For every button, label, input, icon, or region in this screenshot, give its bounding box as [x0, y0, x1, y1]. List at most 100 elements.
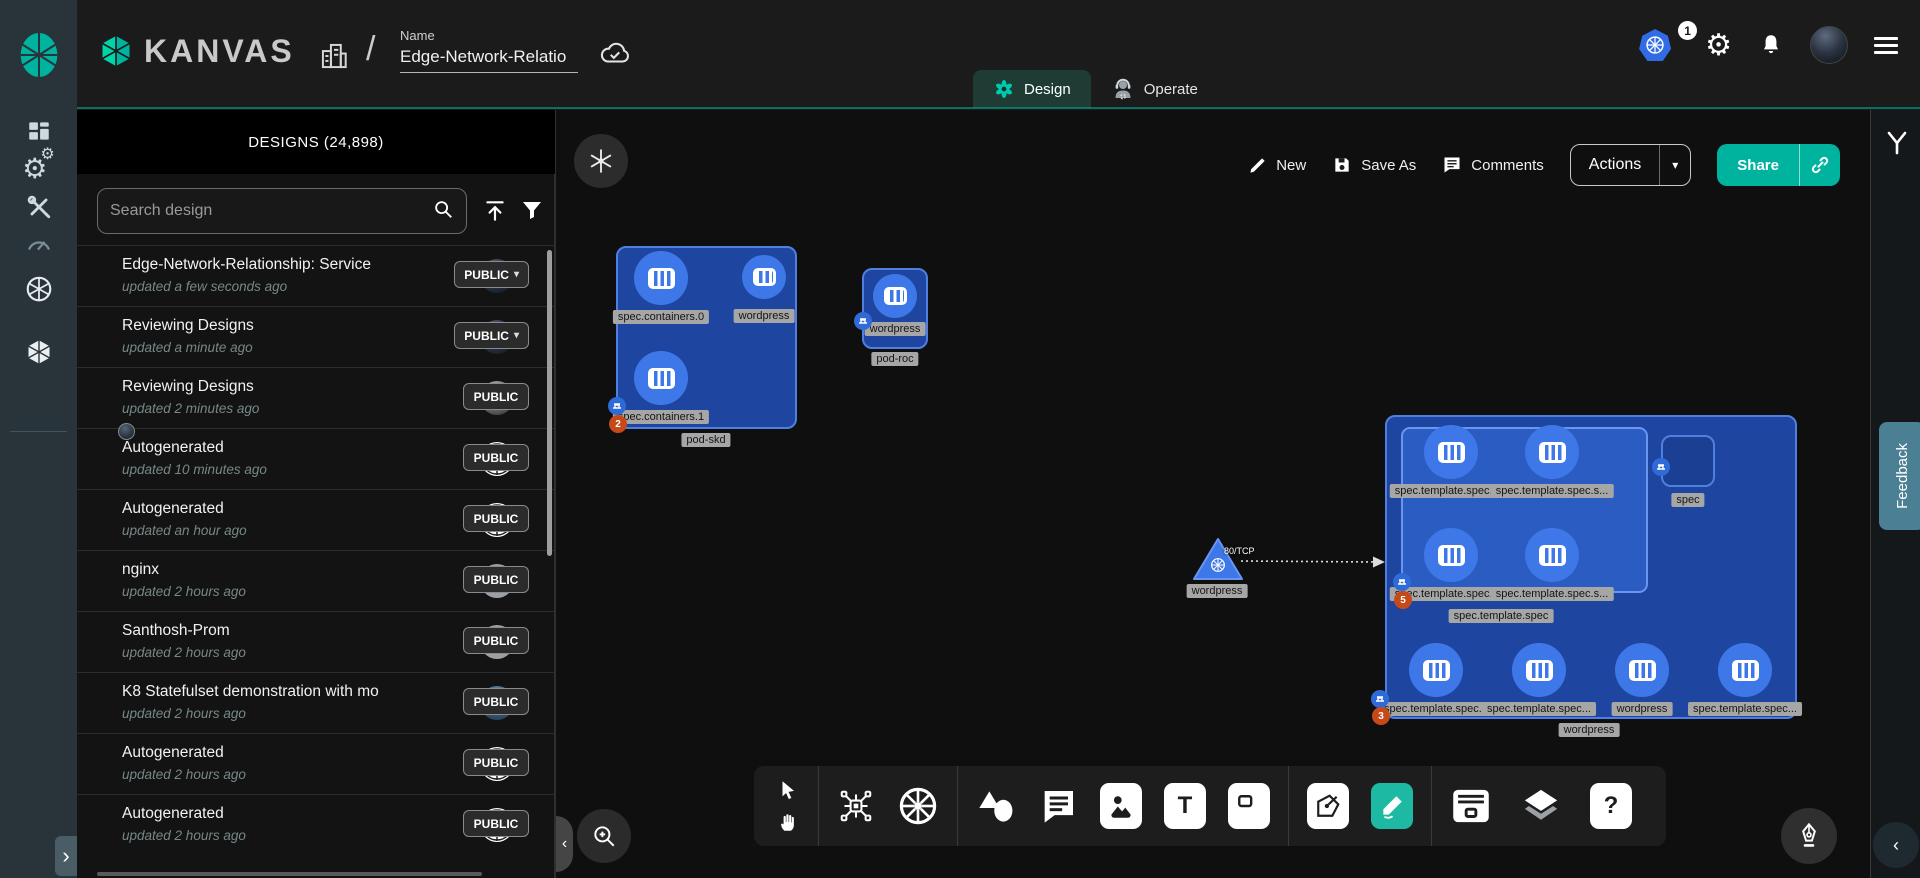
visibility-badge[interactable]: PUBLIC ▾: [463, 749, 529, 776]
visibility-badge[interactable]: PUBLIC ▾: [454, 261, 529, 288]
kubernetes-tool[interactable]: [897, 785, 939, 827]
visibility-badge[interactable]: PUBLIC ▾: [454, 322, 529, 349]
search-icon[interactable]: [432, 198, 454, 225]
design-list-item[interactable]: K8 Statefulset demonstration with mo upd…: [77, 672, 555, 733]
container-node[interactable]: [1424, 528, 1478, 582]
design-updated-timestamp: updated 2 hours ago: [122, 828, 246, 843]
text-tool[interactable]: T: [1164, 783, 1206, 829]
upload-icon[interactable]: [482, 198, 508, 229]
error-count-badge[interactable]: 5: [1394, 591, 1412, 609]
feedback-tab[interactable]: Feedback: [1879, 422, 1920, 530]
notifications-bell-icon[interactable]: [1758, 32, 1784, 58]
design-list-item[interactable]: Reviewing Designs updated 2 minutes ago …: [77, 367, 555, 428]
note-tool[interactable]: [1228, 783, 1270, 829]
panel-collapse-handle[interactable]: ‹: [556, 816, 573, 872]
new-button[interactable]: New: [1248, 156, 1306, 175]
visibility-badge[interactable]: PUBLIC ▾: [463, 383, 529, 410]
header-actions: 1 ⚙: [1639, 26, 1898, 64]
design-list-item[interactable]: nginx updated 2 hours ago PUBLIC ▾: [77, 550, 555, 611]
filter-icon[interactable]: [520, 198, 544, 227]
kanvas-app: KANVAS / Name Design Operate: [0, 0, 1920, 878]
image-tool[interactable]: [1100, 783, 1142, 829]
layers-tool[interactable]: [1520, 785, 1562, 827]
container-node[interactable]: [634, 351, 688, 405]
design-name-input[interactable]: [400, 47, 578, 73]
designs-panel: DESIGNS (24,898) Edge-Network-Relationsh…: [77, 110, 555, 878]
merge-y-icon[interactable]: [1885, 130, 1909, 161]
visibility-badge[interactable]: PUBLIC ▾: [463, 688, 529, 715]
shapes-tool[interactable]: [976, 788, 1016, 824]
design-list-item[interactable]: Reviewing Designs updated a minute ago P…: [77, 306, 555, 367]
visibility-badge[interactable]: PUBLIC ▾: [463, 566, 529, 593]
kanvas-hexagon-icon[interactable]: [0, 338, 77, 366]
visibility-badge[interactable]: PUBLIC ▾: [463, 627, 529, 654]
design-list-item[interactable]: Autogenerated updated 2 hours ago PUBLIC…: [77, 733, 555, 794]
service-node-wordpress[interactable]: [1191, 535, 1245, 588]
zoom-button[interactable]: [577, 809, 631, 863]
chevron-down-icon[interactable]: ▾: [1660, 145, 1690, 185]
settings-gear-icon[interactable]: ⚙: [1705, 28, 1732, 63]
save-as-label: Save As: [1361, 157, 1416, 174]
pen-mode-button[interactable]: [1781, 808, 1837, 864]
canvas-menu-button[interactable]: [574, 134, 628, 188]
container-node[interactable]: [1525, 528, 1579, 582]
container-node[interactable]: [873, 274, 917, 318]
pen-tool[interactable]: [1307, 783, 1349, 829]
kubernetes-context-button[interactable]: 1: [1639, 29, 1671, 61]
tab-operate[interactable]: Operate: [1091, 70, 1218, 108]
pan-hand-tool[interactable]: [777, 811, 799, 833]
container-node[interactable]: [1512, 643, 1566, 697]
visibility-label: PUBLIC: [474, 451, 519, 465]
designs-scrollbar-thumb[interactable]: [547, 250, 552, 556]
comment-tool[interactable]: [1038, 786, 1078, 826]
design-canvas[interactable]: New Save As Comments Actions ▾ Share: [555, 110, 1870, 878]
container-node[interactable]: [1525, 425, 1579, 479]
copy-link-icon[interactable]: [1800, 144, 1840, 186]
error-count-badge[interactable]: 3: [1372, 707, 1390, 725]
layer5-logo[interactable]: [0, 0, 77, 110]
actions-split-button[interactable]: Actions ▾: [1570, 144, 1692, 186]
components-mesh-tool[interactable]: [837, 787, 875, 825]
configuration-tools-icon[interactable]: [0, 194, 77, 220]
performance-speedometer-icon[interactable]: [0, 232, 77, 254]
node-label: wordpress: [1612, 702, 1673, 716]
kanvas-brand[interactable]: KANVAS: [98, 32, 295, 70]
design-list-item[interactable]: Edge-Network-Relationship: Service updat…: [77, 245, 555, 306]
meshery-icon[interactable]: [0, 274, 77, 304]
design-updated-timestamp: updated an hour ago: [122, 523, 247, 538]
save-as-button[interactable]: Save As: [1332, 155, 1416, 175]
error-count-badge[interactable]: 2: [609, 415, 627, 433]
visibility-badge[interactable]: PUBLIC ▾: [463, 810, 529, 837]
draw-freehand-tool[interactable]: [1371, 783, 1413, 829]
comments-button[interactable]: Comments: [1442, 155, 1544, 175]
pen-nib-icon: [1795, 822, 1823, 850]
container-node[interactable]: [1424, 425, 1478, 479]
design-list-item[interactable]: Autogenerated updated 2 hours ago PUBLIC…: [77, 794, 555, 855]
help-tool[interactable]: ?: [1590, 783, 1632, 829]
design-list-item[interactable]: Autogenerated updated an hour ago PUBLIC…: [77, 489, 555, 550]
user-avatar[interactable]: [1810, 26, 1848, 64]
select-cursor-tool[interactable]: [777, 779, 799, 801]
organization-building-icon[interactable]: [318, 40, 350, 72]
design-list-item[interactable]: Santhosh-Prom updated 2 hours ago PUBLIC…: [77, 611, 555, 672]
share-split-button[interactable]: Share: [1717, 144, 1840, 186]
right-rail-collapse-button[interactable]: ‹: [1873, 822, 1919, 868]
designs-horizontal-scrollbar[interactable]: [97, 872, 482, 876]
visibility-badge[interactable]: PUBLIC ▾: [463, 444, 529, 471]
container-node[interactable]: [1615, 643, 1669, 697]
import-drawer-tool[interactable]: [1450, 785, 1492, 827]
lifecycle-gears-icon[interactable]: ⚙⚙: [0, 152, 77, 185]
node-group-spec[interactable]: [1661, 435, 1715, 487]
container-node[interactable]: [742, 255, 786, 299]
tab-design[interactable]: Design: [973, 70, 1091, 108]
menu-icon[interactable]: [1874, 33, 1898, 58]
sidebar-expand-button[interactable]: ›: [55, 836, 77, 876]
node-label: wordpress: [734, 309, 795, 323]
visibility-badge[interactable]: PUBLIC ▾: [463, 505, 529, 532]
container-node[interactable]: [634, 251, 688, 305]
container-node[interactable]: [1409, 643, 1463, 697]
search-input[interactable]: [110, 202, 432, 220]
dashboard-icon[interactable]: [0, 118, 77, 144]
design-list-item[interactable]: Autogenerated updated 10 minutes ago PUB…: [77, 428, 555, 489]
container-node[interactable]: [1718, 643, 1772, 697]
